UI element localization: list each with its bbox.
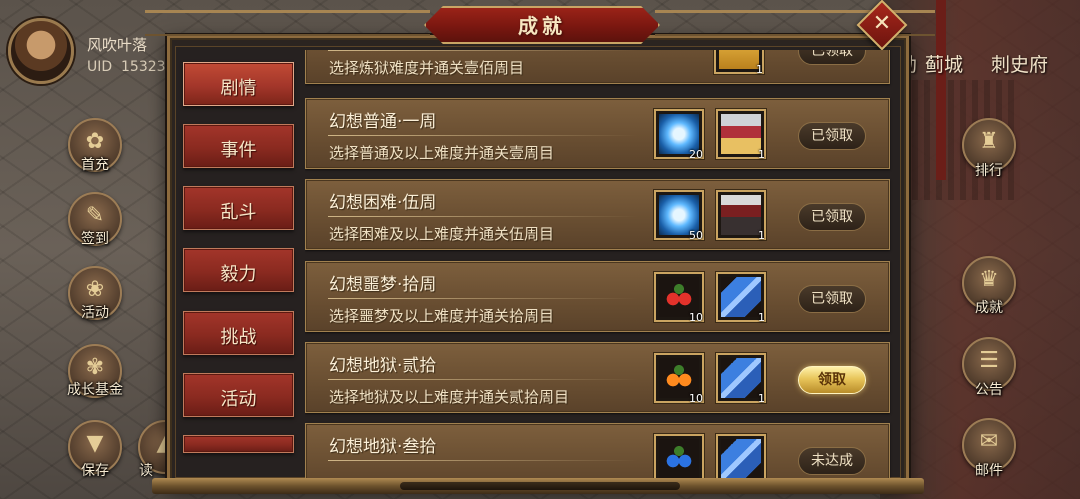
reward-count: 10 (689, 311, 703, 324)
reward-item[interactable]: 1 (716, 109, 766, 161)
place-name-governor-office: 刺史府 (991, 54, 1049, 76)
tab-activity-label: 活动 (220, 389, 257, 410)
achievement-row: 幻想普通·一周 选择普通及以上难度并通关壹周目 20 1 已领取 (305, 98, 890, 169)
not-achieved-button[interactable]: 未达成 (798, 447, 866, 475)
event-icon: ❀ (85, 277, 105, 302)
blue-scroll-icon (721, 439, 761, 478)
achievement-row: 幻想噩梦·拾周 选择噩梦及以上难度并通关拾周目 10 1 已领取 (305, 261, 890, 332)
tab-perseverance-label: 毅力 (220, 264, 257, 285)
reward-item[interactable]: 1 (716, 190, 766, 242)
growth-fund-label: 成长基金 (67, 382, 123, 398)
checkin-label: 签到 (81, 231, 109, 247)
reward-count: 1 (758, 311, 765, 324)
achievement-desc: 选择地狱及以上难度并通关贰拾周目 (329, 388, 570, 406)
player-uid-label: UID (87, 59, 113, 75)
reward-item[interactable]: 1 (716, 353, 766, 405)
save-label: 保存 (81, 463, 109, 479)
achievement-list[interactable]: 选择炼狱难度并通关壹佰周目 1 已领取 幻想普通·一周 选择普通及以上难度并通关… (305, 50, 893, 478)
reward-item[interactable]: 20 (654, 109, 704, 161)
tab-story-label: 剧情 (220, 78, 257, 99)
player-uid-value: 15323 (121, 59, 166, 75)
achievement-row: 幻想地狱·叁拾 未达成 (305, 423, 890, 478)
mail-icon: ✉ (979, 429, 999, 454)
player-avatar[interactable] (8, 18, 74, 84)
tab-partial[interactable] (183, 435, 294, 453)
reward-item[interactable]: 1 (716, 272, 766, 324)
tab-brawl[interactable]: 乱斗 (183, 186, 294, 230)
reward-count: 1 (756, 63, 763, 76)
blue-scroll-icon (721, 277, 761, 317)
claimed-button[interactable]: 已领取 (798, 203, 866, 231)
achievement-desc: 选择炼狱难度并通关壹佰周目 (329, 59, 525, 77)
save-icon: ▼ (86, 431, 104, 456)
tab-events[interactable]: 事件 (183, 124, 294, 168)
tab-brawl-label: 乱斗 (220, 202, 257, 223)
achievement-row: 幻想困难·伍周 选择困难及以上难度并通关伍周目 50 1 已领取 (305, 179, 890, 250)
claimed-button[interactable]: 已领取 (798, 285, 866, 313)
reward-item[interactable] (654, 434, 704, 478)
tab-challenge[interactable]: 挑战 (183, 311, 294, 355)
player-name: 风吹叶落 (87, 36, 148, 54)
reward-count: 1 (758, 229, 765, 242)
reward-count: 1 (758, 392, 765, 405)
frame-ornament-left (145, 10, 430, 36)
tab-challenge-label: 挑战 (220, 327, 257, 348)
row-divider (328, 216, 638, 217)
reward-item[interactable] (716, 434, 766, 478)
announcement-label: 公告 (975, 382, 1003, 398)
gold-chest-icon (719, 50, 759, 69)
gift-icon: ✿ (85, 129, 105, 154)
achievement-title: 幻想普通·一周 (329, 112, 437, 132)
achievement-icon: ♛ (979, 267, 999, 292)
announcement-icon: ☰ (979, 348, 999, 373)
reward-item[interactable]: 10 (654, 353, 704, 405)
blue-fruit-icon (659, 439, 699, 478)
general-portrait-icon (721, 114, 761, 154)
dialog-title: 成就 (518, 14, 566, 38)
fund-icon: ✾ (85, 355, 105, 380)
palace-pillar (936, 0, 946, 180)
claimed-button[interactable]: 已领取 (798, 122, 866, 150)
achievement-title: 幻想地狱·贰拾 (329, 356, 437, 376)
achievement-desc: 选择噩梦及以上难度并通关拾周目 (329, 307, 555, 325)
claim-button[interactable]: 领取 (798, 366, 866, 394)
ranking-icon: ♜ (979, 129, 999, 154)
row-divider (328, 379, 638, 380)
reward-item[interactable]: 50 (654, 190, 704, 242)
general-portrait-icon (721, 195, 761, 235)
close-icon[interactable]: ✕ (864, 9, 900, 39)
row-divider (328, 460, 638, 461)
reward-item[interactable]: 1 (714, 50, 764, 76)
claimed-button[interactable]: 已领取 (798, 50, 866, 65)
achievement-title: 幻想困难·伍周 (329, 193, 437, 213)
tab-story[interactable]: 剧情 (183, 62, 294, 106)
row-divider (328, 50, 638, 51)
reward-count: 1 (758, 148, 765, 161)
ranking-label: 排行 (975, 163, 1003, 179)
first-recharge-label: 首充 (81, 157, 109, 173)
place-name-jicheng: 蓟城 (925, 54, 964, 76)
row-divider (328, 135, 638, 136)
achievement-row: 幻想地狱·贰拾 选择地狱及以上难度并通关贰拾周目 10 1 领取 (305, 342, 890, 413)
achievement-title: 幻想噩梦·拾周 (329, 275, 437, 295)
checkin-icon: ✎ (85, 203, 105, 228)
row-divider (328, 298, 638, 299)
load-label: 读 (139, 463, 153, 479)
achievement-desc: 选择困难及以上难度并通关伍周目 (329, 225, 555, 243)
reward-count: 10 (689, 392, 703, 405)
blue-scroll-icon (721, 358, 761, 398)
tab-activity[interactable]: 活动 (183, 373, 294, 417)
achievement-label: 成就 (975, 300, 1003, 316)
event-label: 活动 (81, 305, 109, 321)
reward-count: 20 (689, 148, 703, 161)
dialog-bottom-handle (400, 482, 680, 490)
achievement-desc: 选择普通及以上难度并通关壹周目 (329, 144, 555, 162)
tab-perseverance[interactable]: 毅力 (183, 248, 294, 292)
tab-events-label: 事件 (220, 140, 257, 161)
mail-label: 邮件 (975, 463, 1003, 479)
reward-item[interactable]: 10 (654, 272, 704, 324)
reward-count: 50 (689, 229, 703, 242)
achievement-row: 选择炼狱难度并通关壹佰周目 1 已领取 (305, 50, 890, 84)
achievement-title: 幻想地狱·叁拾 (329, 437, 437, 457)
